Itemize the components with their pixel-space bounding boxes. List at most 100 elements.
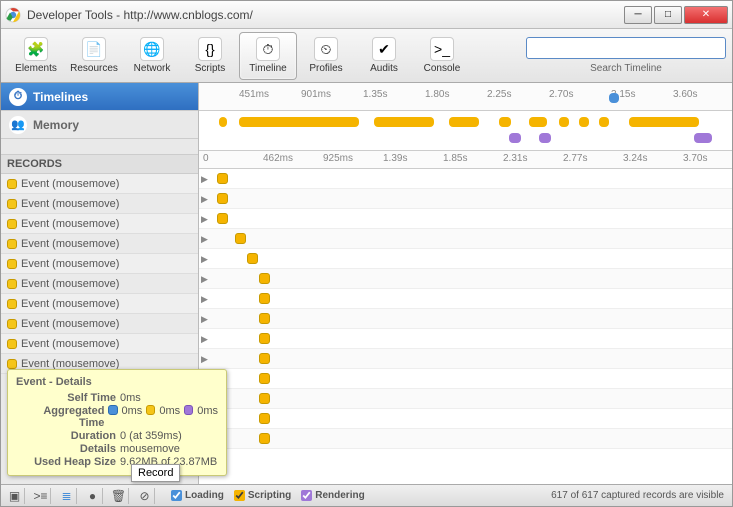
expand-icon[interactable]: ▶ [201,254,208,265]
timeline-row[interactable]: ▶ [199,289,732,309]
legend-loading[interactable]: Loading [171,490,224,501]
expand-icon[interactable]: ▶ [201,294,208,305]
event-chip[interactable] [235,233,246,244]
timeline-row[interactable]: ▶ [199,189,732,209]
legend-scripting[interactable]: Scripting [234,490,291,501]
timeline-row[interactable]: ▶ [199,309,732,329]
timeline-row[interactable]: ▶ [199,269,732,289]
expand-icon[interactable]: ▶ [201,334,208,345]
close-button[interactable]: ✕ [684,6,728,24]
timeline-row[interactable]: ▶ [199,369,732,389]
toolbar: 🧩Elements📄Resources🌐Network{}Scripts⏱Tim… [1,29,732,83]
clock-icon: ⏱ [9,88,27,106]
timeline-row[interactable]: ▶ [199,389,732,409]
event-chip[interactable] [259,293,270,304]
record-icon[interactable]: ● [83,488,103,504]
timeline-row[interactable]: ▶ [199,209,732,229]
console-toggle-icon[interactable]: >≡ [31,488,51,504]
legend-rendering[interactable]: Rendering [301,490,364,501]
sidebar-tab-timelines[interactable]: ⏱ Timelines [1,83,198,111]
console-icon: >_ [430,37,454,61]
tab-audits[interactable]: ✔Audits [355,32,413,80]
timeline-row[interactable]: ▶ [199,169,732,189]
ruler-tick: 2.31s [503,153,527,164]
minimize-button[interactable]: ─ [624,6,652,24]
legend-label: Scripting [248,490,291,501]
event-chip[interactable] [259,413,270,424]
loading-dot [108,405,117,415]
rows-ruler[interactable]: 0462ms925ms1.39s1.85s2.31s2.77s3.24s3.70… [199,151,732,169]
timeline-row[interactable]: ▶ [199,249,732,269]
expand-icon[interactable]: ▶ [201,174,208,185]
record-label: Event (mousemove) [21,278,119,290]
tab-network[interactable]: 🌐Network [123,32,181,80]
timeline-row[interactable]: ▶ [199,409,732,429]
timeline-row[interactable]: ▶ [199,349,732,369]
legend-checkbox[interactable] [301,490,312,501]
record-item[interactable]: Event (mousemove) [1,254,198,274]
record-item[interactable]: Event (mousemove) [1,294,198,314]
tab-resources[interactable]: 📄Resources [65,32,123,80]
statusbar: ▣ >≡ ≣ ● 🗑 ⊘ LoadingScriptingRendering 6… [1,484,732,506]
tooltip-title: Event - Details [16,376,218,388]
event-chip[interactable] [259,333,270,344]
legend-checkbox[interactable] [234,490,245,501]
overview-ruler[interactable]: 451ms901ms1.35s1.80s2.25s2.70s3.15s3.60s [199,83,732,111]
clear-icon[interactable]: 🗑 [109,488,129,504]
expand-icon[interactable]: ▶ [201,214,208,225]
record-item[interactable]: Event (mousemove) [1,314,198,334]
search-input[interactable] [526,37,726,59]
record-label: Event (mousemove) [21,298,119,310]
tab-timeline[interactable]: ⏱Timeline [239,32,297,80]
expand-icon[interactable]: ▶ [201,194,208,205]
record-item[interactable]: Event (mousemove) [1,214,198,234]
tab-label: Profiles [309,63,342,74]
record-label: Event (mousemove) [21,178,119,190]
record-item[interactable]: Event (mousemove) [1,274,198,294]
sidebar-tab-memory[interactable]: 👥 Memory [1,111,198,139]
event-chip[interactable] [217,173,228,184]
ruler-tick: 2.70s [549,89,573,100]
legend: Loading Scripting Rendering [171,490,365,501]
event-chip[interactable] [259,433,270,444]
expand-icon[interactable]: ▶ [201,234,208,245]
maximize-button[interactable]: □ [654,6,682,24]
scripting-dot [7,179,17,189]
event-chip[interactable] [217,213,228,224]
ruler-tick: 925ms [323,153,353,164]
record-item[interactable]: Event (mousemove) [1,334,198,354]
event-chip[interactable] [247,253,258,264]
record-label: Event (mousemove) [21,318,119,330]
event-details-tooltip: Event - Details Self Time0ms Aggregated … [7,369,227,476]
dock-icon[interactable]: ▣ [5,488,25,504]
timeline-row[interactable]: ▶ [199,229,732,249]
timeline-row[interactable]: ▶ [199,329,732,349]
elements-icon: 🧩 [24,37,48,61]
timeline-row[interactable]: ▶ [199,429,732,449]
expand-icon[interactable]: ▶ [201,274,208,285]
record-item[interactable]: Event (mousemove) [1,174,198,194]
overview-lane[interactable] [199,111,732,151]
legend-checkbox[interactable] [171,490,182,501]
filter-icon[interactable]: ⊘ [135,488,155,504]
expand-icon[interactable]: ▶ [201,354,208,365]
event-chip[interactable] [259,393,270,404]
tab-scripts[interactable]: {}Scripts [181,32,239,80]
tab-label: Timeline [249,63,286,74]
tab-profiles[interactable]: ⏲Profiles [297,32,355,80]
event-chip[interactable] [259,353,270,364]
event-chip[interactable] [259,373,270,384]
timeline-rows[interactable]: ▶▶▶▶▶▶▶▶▶▶▶▶▶▶ [199,169,732,486]
record-item[interactable]: Event (mousemove) [1,234,198,254]
search-wrap: Search Timeline [526,37,726,74]
record-item[interactable]: Event (mousemove) [1,194,198,214]
event-chip[interactable] [259,273,270,284]
tab-elements[interactable]: 🧩Elements [7,32,65,80]
event-chip[interactable] [217,193,228,204]
event-chip[interactable] [259,313,270,324]
tab-console[interactable]: >_Console [413,32,471,80]
list-icon[interactable]: ≣ [57,488,77,504]
tab-label: Network [134,63,171,74]
expand-icon[interactable]: ▶ [201,314,208,325]
tab-label: Audits [370,63,398,74]
